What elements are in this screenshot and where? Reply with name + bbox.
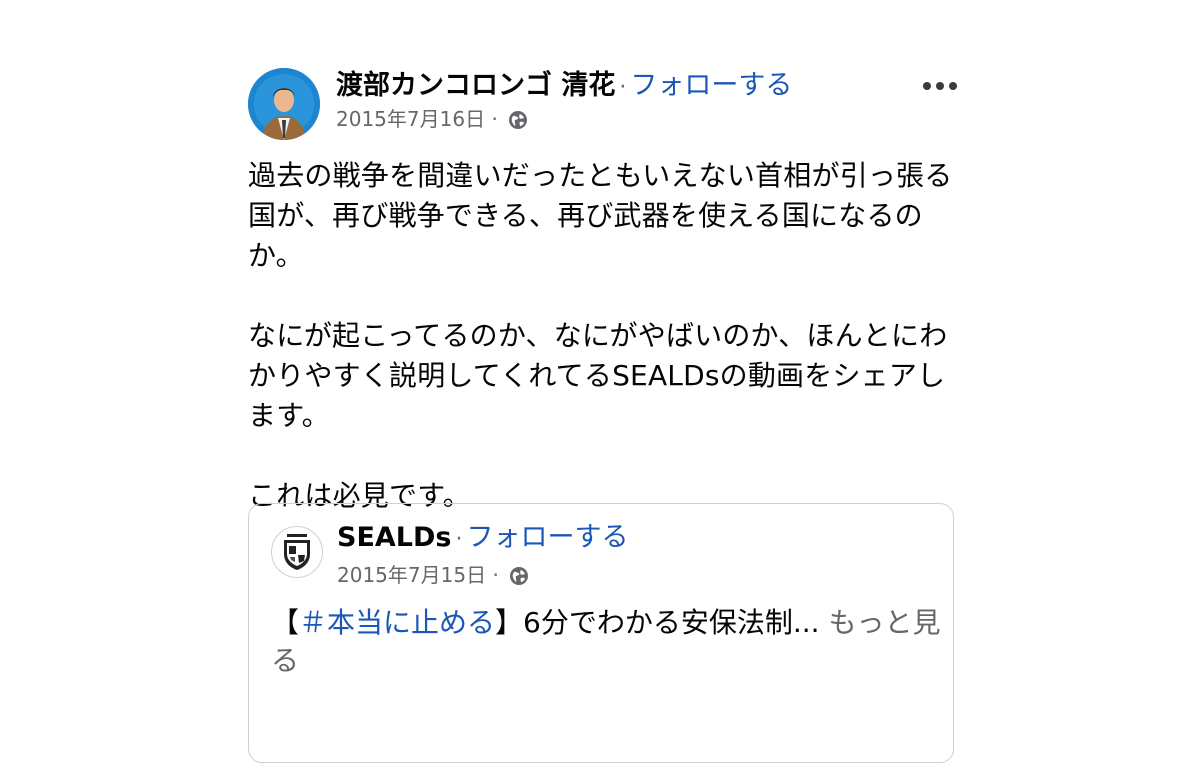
bracket-open: 【 <box>271 606 300 639</box>
more-options-icon[interactable] <box>920 80 960 92</box>
shared-post-date[interactable]: 2015年7月15日 <box>337 563 486 587</box>
post: 渡部カンコロンゴ 清花 · フォローする 2015年7月16日 · 過去の戦争を間違… <box>248 60 960 516</box>
post-date[interactable]: 2015年7月16日 <box>336 107 485 131</box>
post-header: 渡部カンコロンゴ 清花 · フォローする 2015年7月16日 · <box>248 60 960 142</box>
hashtag-link[interactable]: ＃本当に止める <box>299 606 495 639</box>
meta-separator: · <box>491 107 498 131</box>
shared-follow-button[interactable]: フォローする <box>466 522 628 553</box>
post-body: 過去の戦争を間違いだったともいえない首相が引っ張る国が、再び戦争できる、再び武器… <box>248 156 960 516</box>
shared-post-text: 【＃本当に止める】6分でわかる安保法制... もっと見る <box>271 604 941 680</box>
post-paragraph: 過去の戦争を間違いだったともいえない首相が引っ張る国が、再び戦争できる、再び武器… <box>248 159 953 272</box>
globe-icon <box>509 564 529 594</box>
shared-name-separator: · <box>455 527 463 552</box>
globe-icon <box>508 108 528 138</box>
post-meta: 2015年7月16日 · <box>336 104 528 138</box>
name-separator: · <box>619 75 627 100</box>
author-name[interactable]: 渡部カンコロンゴ 清花 <box>336 70 615 101</box>
author-line: 渡部カンコロンゴ 清花 · フォローする <box>336 66 792 108</box>
shared-post-card[interactable]: SEALDs · フォローする 2015年7月15日 · 【＃本当に止める】6分でわ… <box>248 503 954 763</box>
shared-author-line: SEALDs · フォローする <box>337 518 628 560</box>
seals-logo-avatar[interactable] <box>271 526 323 578</box>
bracket-close: 】 <box>495 606 524 639</box>
shared-author-name[interactable]: SEALDs <box>337 522 451 553</box>
avatar-image <box>248 68 320 140</box>
seals-logo-icon <box>284 534 310 570</box>
post-paragraph: なにが起こってるのか、なにがやばいのか、ほんとにわかりやすく説明してくれてるSE… <box>248 319 948 432</box>
follow-button[interactable]: フォローする <box>630 70 792 101</box>
author-avatar[interactable] <box>248 68 320 140</box>
shared-post-meta: 2015年7月15日 · <box>337 560 529 594</box>
shared-text: 6分でわかる安保法制... <box>523 606 820 639</box>
shared-meta-separator: · <box>492 563 499 587</box>
